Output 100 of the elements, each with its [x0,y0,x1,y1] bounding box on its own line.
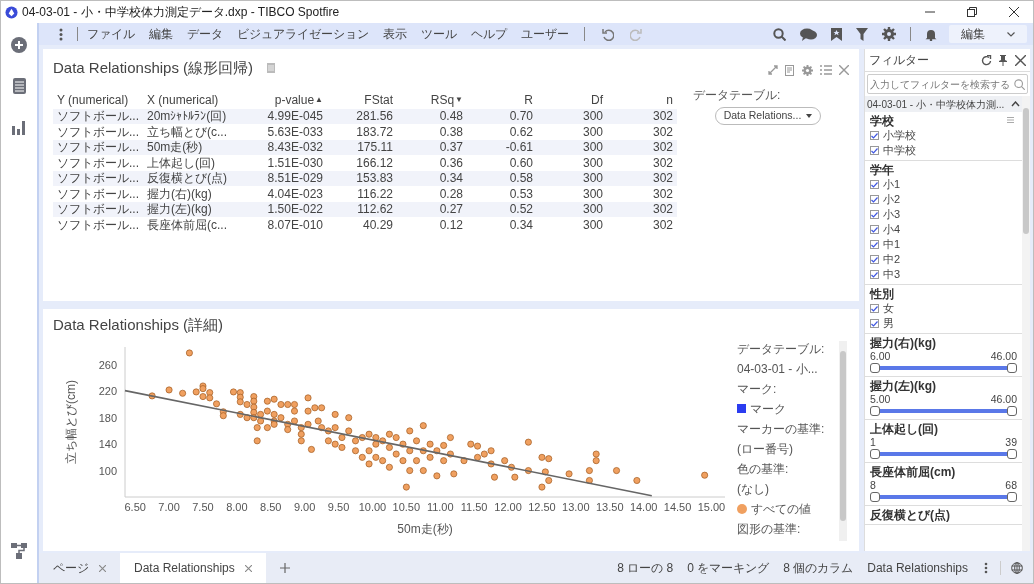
checkbox[interactable] [870,210,879,219]
maximize-icon[interactable] [768,65,778,76]
checkbox[interactable] [870,270,879,279]
axis-tick-label: 140 [98,437,117,450]
checkbox[interactable] [870,131,879,140]
menu-item[interactable]: ユーザー [521,25,569,43]
column-header[interactable]: n [666,91,673,109]
table-cell-text: 183.72 [355,123,394,141]
range-slider-track[interactable] [870,406,1017,416]
range-slider-track[interactable] [870,492,1017,502]
menu-item[interactable]: データ [187,25,223,43]
table-cell-text: ソフトボール... [56,139,140,157]
settings-icon[interactable] [882,27,896,41]
column-header[interactable]: Df [591,91,603,109]
slider-handle[interactable] [870,406,880,416]
menu-item[interactable]: 編集 [149,25,173,43]
menu-item[interactable]: ヘルプ [471,25,507,43]
axis-tick-label: 12.00 [494,500,522,513]
checkbox-label: 中1 [883,238,901,251]
column-header[interactable]: R [524,91,533,109]
column-header[interactable]: FStat [364,91,393,109]
checkbox[interactable] [870,146,879,155]
column-header[interactable]: X (numerical) [147,91,219,109]
range-max-value: 68 [1005,479,1017,491]
table-cell-text: 40.29 [361,216,394,234]
table-cell-text: 300 [581,123,604,141]
legend-value: (ロー番号) [737,440,794,458]
document-icon[interactable] [785,64,795,76]
settings-icon[interactable] [802,64,813,76]
table-cell-text: 0.38 [438,123,464,141]
scrollbar[interactable] [839,340,847,541]
undo-icon[interactable] [602,27,614,41]
data-table-icon[interactable] [12,78,26,94]
legend-label: マーク [750,400,786,418]
legend-label: すべての値 [751,500,811,518]
collapse-icon[interactable] [1011,101,1020,107]
column-header[interactable]: RSq [430,91,455,109]
slider-handle[interactable] [870,363,880,373]
legend-heading: マーカーの基準: [737,420,826,438]
checkbox[interactable] [870,319,879,328]
checkbox[interactable] [870,255,879,264]
bar-chart-icon[interactable] [12,119,26,135]
menu-item[interactable]: 表示 [383,25,407,43]
restore-icon[interactable] [967,7,977,17]
checkbox-label: 小1 [883,178,901,191]
table-cell-text: 50m走(秒) [146,139,204,157]
filter-table-header[interactable]: 04-03-01 - 小・中学校体力測... [865,96,1022,112]
close-icon[interactable] [1015,54,1026,66]
tab[interactable]: ページ [39,553,120,583]
checkbox[interactable] [870,195,879,204]
more-icon[interactable] [59,27,63,41]
table-cell-text: 0.58 [508,170,534,188]
menu-item[interactable]: ビジュアライゼーション [237,25,369,43]
add-icon[interactable] [11,37,27,53]
more-icon[interactable] [984,562,988,574]
tab[interactable]: Data Relationships [120,553,266,583]
table-cell-text: 8.51E-029 [266,170,324,188]
range-min-value: 8 [870,479,876,491]
range-slider-track[interactable] [870,363,1017,373]
table-cell-text: 0.27 [438,201,464,219]
axis-tick-label: 100 [98,464,117,477]
slider-handle[interactable] [1007,406,1017,416]
table-cell-text: 302 [651,170,674,188]
add-tab-icon[interactable] [279,563,290,573]
scrollbar[interactable] [1022,96,1030,551]
filter-icon[interactable] [856,27,868,41]
search-icon[interactable] [773,27,786,41]
globe-icon[interactable] [1011,562,1023,574]
table-cell-text: 0.28 [438,185,464,203]
menu-item[interactable]: ツール [421,25,457,43]
slider-handle[interactable] [1007,363,1017,373]
legend-heading: データテーブル: [737,340,826,358]
slider-handle[interactable] [870,492,880,502]
checkbox[interactable] [870,225,879,234]
column-header[interactable]: Y (numerical) [57,91,129,109]
reset-icon[interactable] [981,54,992,66]
slider-handle[interactable] [1007,449,1017,459]
status-text: 8 ローの 8 [617,560,674,577]
filter-search-field[interactable]: 入力してフィルターを検索する [867,74,1028,94]
checkbox[interactable] [870,180,879,189]
axis-tick-label: 13.50 [596,500,624,513]
mode-dropdown[interactable]: 編集 [949,25,1027,43]
column-header[interactable]: p-value [274,91,315,109]
pin-icon[interactable] [999,54,1007,66]
menu-item[interactable]: ファイル [87,25,135,43]
table-cell-text: 反復横とび(点) [146,170,228,188]
table-row[interactable]: ソフトボール... 20mｼｬﾄﾙﾗﾝ(回) 4.99E-045 281.56 0.48 0.70 300 302 [53,108,677,124]
slider-handle[interactable] [870,449,880,459]
bookmark-icon[interactable] [831,27,842,41]
table-cell-text: 長座体前屈(c... [146,216,228,234]
checkbox[interactable] [870,240,879,249]
slider-handle[interactable] [1007,492,1017,502]
comments-icon[interactable] [800,27,817,41]
range-slider-track[interactable] [870,449,1017,459]
checkbox[interactable] [870,304,879,313]
checkbox-label: 小3 [883,208,901,221]
close-icon[interactable] [1009,7,1019,17]
table-cell-text: 302 [651,123,674,141]
notification-bell-icon[interactable] [925,27,937,41]
hierarchy-icon[interactable] [11,543,27,559]
